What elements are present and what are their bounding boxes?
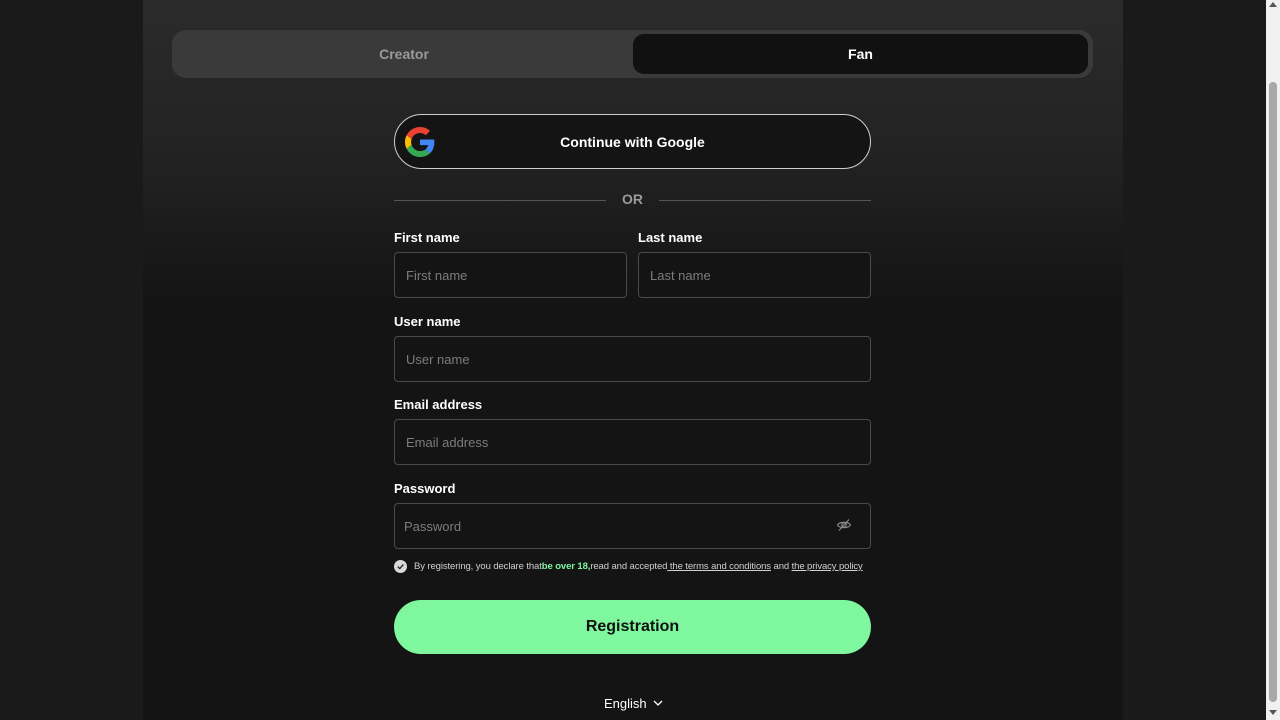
- scrollbar-thumb[interactable]: [1269, 82, 1277, 702]
- account-type-tabs: Creator Fan: [172, 30, 1093, 78]
- divider-line-right: [659, 200, 871, 201]
- last-name-label: Last name: [638, 230, 703, 245]
- email-label: Email address: [394, 397, 483, 412]
- last-name-field[interactable]: [638, 252, 871, 298]
- google-button-label: Continue with Google: [560, 133, 705, 150]
- password-label: Password: [394, 481, 456, 496]
- tab-fan[interactable]: Fan: [633, 34, 1088, 74]
- scroll-up-arrow-icon[interactable]: [1269, 2, 1277, 7]
- scroll-down-arrow-icon[interactable]: [1269, 710, 1277, 715]
- language-selector[interactable]: English: [604, 694, 663, 712]
- privacy-link[interactable]: the privacy policy: [792, 561, 863, 572]
- consent-checkbox[interactable]: [394, 560, 407, 573]
- consent-age-highlight: be over 18,: [541, 561, 591, 572]
- tab-creator[interactable]: Creator: [176, 34, 632, 74]
- continue-with-google-button[interactable]: Continue with Google: [394, 114, 871, 169]
- checkmark-icon: [397, 564, 404, 570]
- registration-button[interactable]: Registration: [394, 600, 871, 654]
- or-divider: OR: [394, 188, 871, 212]
- or-label: OR: [622, 191, 643, 207]
- consent-text-before: By registering, you declare that: [414, 561, 542, 572]
- user-name-field[interactable]: [394, 336, 871, 382]
- email-field[interactable]: [394, 419, 871, 465]
- page-scrollbar[interactable]: [1266, 0, 1280, 720]
- password-field[interactable]: [394, 503, 871, 549]
- google-icon: [405, 127, 435, 157]
- eye-slash-icon[interactable]: [836, 517, 852, 533]
- terms-link[interactable]: the terms and conditions: [667, 561, 771, 572]
- language-label: English: [604, 695, 647, 711]
- consent-text: By registering, you declare thatbe over …: [414, 561, 863, 572]
- consent-text-middle: read and accepted: [590, 561, 668, 572]
- chevron-down-icon: [653, 700, 663, 706]
- user-name-label: User name: [394, 314, 461, 329]
- consent-and: and: [770, 561, 792, 572]
- first-name-field[interactable]: [394, 252, 627, 298]
- first-name-label: First name: [394, 230, 460, 245]
- divider-line-left: [394, 200, 606, 201]
